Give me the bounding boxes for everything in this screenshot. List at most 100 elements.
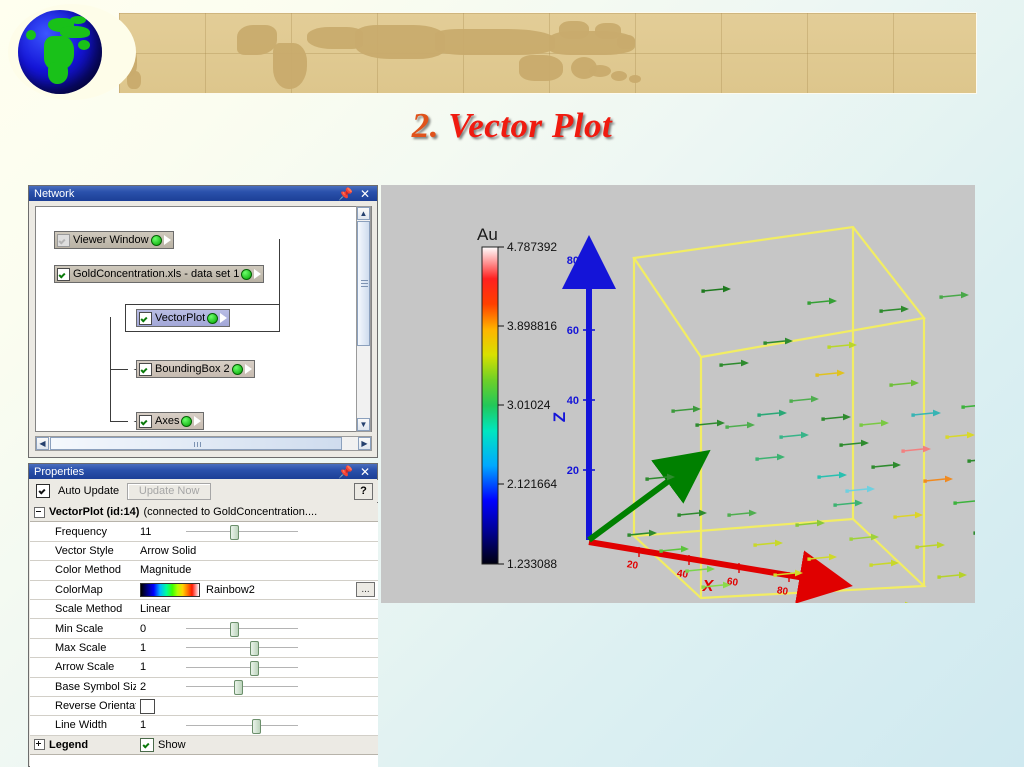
node-port-icon[interactable] [181,415,193,427]
property-row-scale-method[interactable]: Scale Method Linear [30,600,378,620]
vector-arrowhead [905,601,909,603]
properties-group-header[interactable]: VectorPlot (id:14) (connected to GoldCon… [30,503,378,523]
vector-arrowhead [937,541,945,549]
node-output-arrow-icon[interactable] [220,313,228,323]
vector-glyph [828,344,850,348]
pin-icon[interactable]: 📌 [338,188,353,200]
node-input-arrow-icon[interactable] [128,365,135,375]
pin-icon[interactable]: 📌 [338,466,353,478]
svg-text:1.233088: 1.233088 [507,557,557,571]
vector-arrowhead [959,571,967,579]
property-row-max-scale[interactable]: Max Scale 1 [30,639,378,659]
vector-glyph [726,424,748,428]
property-row-arrow-scale[interactable]: Arrow Scale 1 [30,658,378,678]
node-input-arrow-icon[interactable] [128,417,135,427]
property-row-line-width[interactable]: Line Width 1 [30,716,378,736]
vector-tail [821,417,825,421]
line-width-slider[interactable] [186,718,298,734]
scroll-right-icon[interactable]: ▶ [358,437,371,450]
vector-tail [945,435,949,439]
property-value[interactable]: Linear [140,603,171,615]
network-node-boundingbox[interactable]: BoundingBox 2 [136,360,255,378]
vector-glyph [840,442,862,446]
property-row-color-method[interactable]: Color Method Magnitude [30,561,378,581]
property-value[interactable]: 0 [140,623,180,635]
property-value[interactable]: 1 [140,719,180,731]
vector-tail [911,413,915,417]
vector-arrowhead [915,511,923,519]
vector-tail [627,533,631,537]
vector-glyph [916,544,938,548]
node-port-icon[interactable] [241,268,253,280]
base-symbol-size-slider[interactable] [186,680,298,696]
expand-icon[interactable] [34,739,45,751]
network-vertical-scrollbar[interactable]: ▲ ▼ [356,206,371,432]
node-output-arrow-icon[interactable] [254,269,262,279]
node-checkbox[interactable] [57,267,70,281]
vector-tail [879,309,883,313]
vector-arrowhead [881,419,889,427]
vector-tail [779,435,783,439]
node-checkbox[interactable] [139,311,152,325]
scroll-left-icon[interactable]: ◀ [36,437,49,450]
legend-show-checkbox[interactable] [140,737,154,752]
scroll-up-icon[interactable]: ▲ [357,207,370,220]
property-row-reverse-orientation[interactable]: Reverse Orientat... [30,697,378,717]
close-icon[interactable]: ✕ [360,466,370,478]
network-node-axes[interactable]: Axes [136,412,205,430]
node-port-icon[interactable] [231,363,243,375]
scroll-thumb[interactable] [357,221,370,346]
scroll-thumb[interactable] [50,437,342,450]
property-value[interactable]: 1 [140,642,180,654]
property-row-frequency[interactable]: Frequency 11 [30,522,378,542]
vector-tail [701,289,705,293]
network-node-vectorplot[interactable]: VectorPlot [136,309,231,327]
node-output-arrow-icon[interactable] [194,416,202,426]
colormap-swatch[interactable] [140,582,200,597]
max-scale-slider[interactable] [186,641,298,657]
property-row-base-symbol-size[interactable]: Base Symbol Size 2 [30,678,378,697]
frequency-slider[interactable] [186,525,298,541]
property-value[interactable]: 1 [140,661,180,673]
vector-arrowhead [779,409,787,417]
vector-tail [795,523,799,527]
scroll-down-icon[interactable]: ▼ [357,418,370,431]
node-output-arrow-icon[interactable] [163,235,171,245]
auto-update-checkbox[interactable] [36,484,50,498]
property-value[interactable]: Arrow Solid [140,545,196,557]
node-checkbox[interactable] [57,233,70,247]
network-node-goldconcentration[interactable]: GoldConcentration.xls - data set 1 [54,265,265,283]
property-row-min-scale[interactable]: Min Scale 0 [30,619,378,639]
min-scale-slider[interactable] [186,622,298,638]
properties-group-legend[interactable]: Legend Show [30,735,378,756]
node-checkbox[interactable] [139,362,152,376]
property-value[interactable]: 11 [140,526,180,538]
help-button[interactable]: ? [354,482,373,500]
network-node-viewer-window[interactable]: Viewer Window [54,231,174,249]
property-value[interactable]: 2 [140,681,180,693]
arrow-scale-slider[interactable] [186,660,298,676]
property-label: Scale Method [55,603,123,616]
property-value[interactable]: Magnitude [140,564,191,576]
vector-glyph [702,288,724,292]
update-now-button[interactable]: Update Now [127,482,212,500]
node-output-arrow-icon[interactable] [244,364,252,374]
svg-text:Z: Z [550,412,569,422]
property-row-colormap[interactable]: ColorMap Rainbow2 ... [30,581,378,600]
3d-viewport[interactable]: Au 4.787392 3.898816 3.01024 2.121664 1.… [381,185,975,603]
property-value: Rainbow2 [206,583,255,596]
network-canvas[interactable]: Viewer Window GoldConcentration.xls - da… [35,206,372,432]
network-horizontal-scrollbar[interactable]: ◀ ▶ [35,436,372,451]
node-checkbox[interactable] [139,414,152,428]
vector-glyph [816,372,838,376]
node-port-icon[interactable] [150,234,162,246]
node-input-arrow-icon[interactable] [128,314,135,324]
reverse-orientation-checkbox[interactable] [140,698,155,714]
svg-text:20: 20 [567,465,579,477]
property-row-vector-style[interactable]: Vector Style Arrow Solid [30,542,378,562]
colormap-more-button[interactable]: ... [356,582,375,598]
collapse-icon[interactable] [34,506,45,518]
close-icon[interactable]: ✕ [360,188,370,200]
node-port-icon[interactable] [207,312,219,324]
globe-icon [18,10,102,94]
